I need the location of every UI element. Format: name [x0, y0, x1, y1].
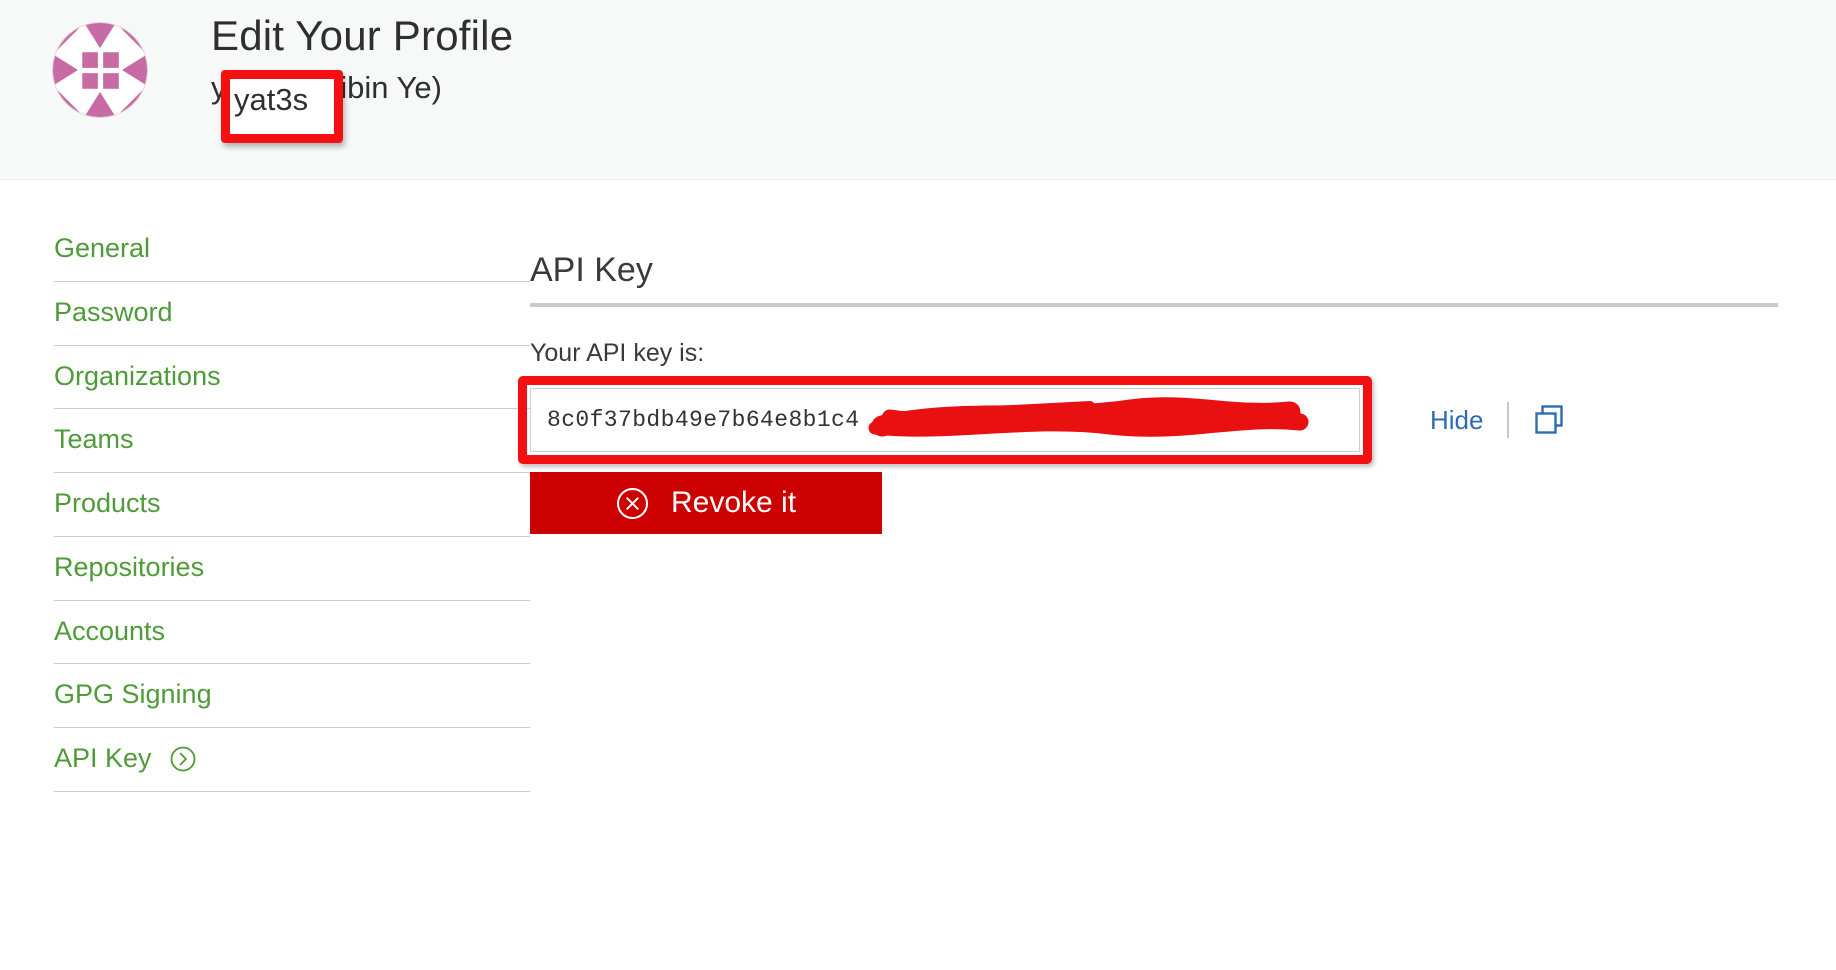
section-title: API Key — [530, 250, 1778, 308]
revoke-button-label: Revoke it — [670, 486, 797, 520]
sidebar-item-label: General — [54, 233, 151, 263]
sidebar-item-products[interactable]: Products — [54, 473, 530, 537]
sidebar-item-teams[interactable]: Teams — [54, 409, 530, 473]
api-key-panel: API Key Your API key is: Hide — [518, 222, 1836, 792]
hide-api-key-link[interactable]: Hide — [1430, 405, 1483, 436]
sidebar-item-api-key[interactable]: API Key — [54, 728, 530, 792]
identicon-avatar-icon — [53, 23, 147, 117]
api-key-input[interactable] — [530, 388, 1360, 453]
x-circle-icon — [616, 487, 649, 520]
sidebar-item-label: Organizations — [54, 360, 221, 391]
sidebar-item-label: GPG Signing — [54, 679, 212, 710]
sidebar-item-label: Teams — [54, 424, 134, 455]
sidebar-item-accounts[interactable]: Accounts — [54, 601, 530, 665]
sidebar-item-repositories[interactable]: Repositories — [54, 537, 530, 601]
sidebar-item-general[interactable]: General — [54, 222, 530, 282]
page-title: Edit Your Profile — [211, 12, 514, 59]
sidebar-item-label: API Key — [54, 743, 152, 773]
sidebar-item-label: Password — [54, 296, 173, 327]
sidebar-item-organizations[interactable]: Organizations — [54, 346, 530, 410]
copy-icon[interactable] — [1531, 402, 1567, 438]
sidebar-item-password[interactable]: Password — [54, 282, 530, 346]
vertical-divider — [1507, 402, 1510, 439]
chevron-right-circle-icon — [170, 746, 196, 772]
page-content: General Password Organizations Teams Pro… — [0, 180, 1836, 792]
profile-header: Edit Your Profile yat3s (Zhibin Ye) yat3… — [0, 0, 1836, 180]
annotation-username-label: yat3s — [234, 82, 309, 117]
api-key-row: Hide — [518, 376, 1778, 465]
sidebar-item-label: Products — [54, 488, 161, 518]
sidebar-item-label: Accounts — [54, 615, 166, 646]
avatar — [52, 22, 148, 118]
sidebar-item-label: Repositories — [54, 551, 205, 582]
api-key-field-label: Your API key is: — [530, 339, 705, 368]
api-key-input-wrapper — [518, 376, 1372, 465]
revoke-api-key-button[interactable]: Revoke it — [530, 472, 882, 535]
settings-sidebar: General Password Organizations Teams Pro… — [0, 222, 530, 792]
sidebar-item-gpg-signing[interactable]: GPG Signing — [54, 664, 530, 728]
